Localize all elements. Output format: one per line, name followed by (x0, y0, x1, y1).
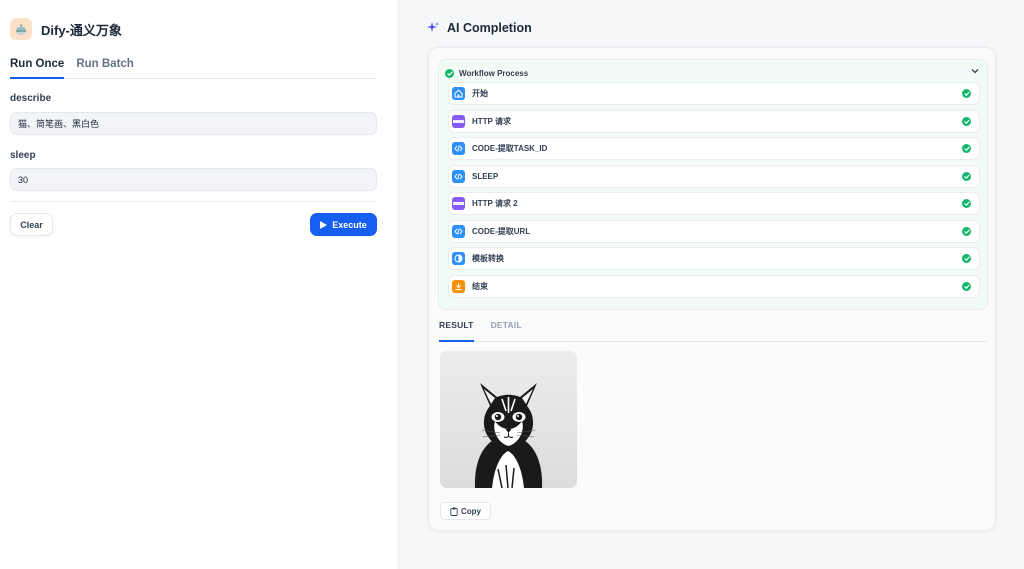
describe-input[interactable]: 猫、简笔画、黑白色 (10, 112, 377, 135)
node-label: 结束 (472, 281, 488, 291)
end-icon (452, 279, 465, 293)
workflow-node[interactable]: CODE-提取URL (448, 219, 980, 243)
execute-button[interactable]: Execute (310, 213, 377, 236)
node-label: CODE-提取URL (472, 226, 531, 236)
result-panel: AI Completion Workflow Process 开始 HTTP 请… (398, 0, 1024, 569)
form-divider (10, 201, 377, 202)
node-label: 模板转换 (472, 254, 504, 263)
workflow-node[interactable]: HTTP 请求 (448, 109, 980, 133)
result-tabs: RESULT DETAIL (439, 320, 987, 342)
http-icon (452, 114, 465, 128)
code-icon (452, 224, 465, 238)
copy-label: Copy (461, 506, 481, 516)
tab-run-once[interactable]: Run Once (10, 58, 65, 79)
run-mode-tabs: Run Once Run Batch (10, 58, 377, 79)
success-check-icon (962, 199, 971, 208)
success-check-icon (962, 116, 971, 126)
node-label: HTTP 请求 2 (472, 199, 518, 208)
node-label: CODE-提取TASK_ID (472, 144, 548, 153)
success-check-icon (962, 89, 971, 98)
describe-label: describe (10, 93, 52, 104)
success-check-icon (962, 226, 971, 236)
node-label: 开始 (472, 89, 488, 98)
clear-button[interactable]: Clear (10, 213, 53, 236)
code-icon (452, 169, 465, 183)
chevron-down-icon[interactable] (971, 67, 979, 75)
workflow-process: Workflow Process 开始 HTTP 请求 CODE-提取TASK_… (438, 59, 988, 310)
copy-button[interactable]: Copy (440, 502, 491, 520)
app-title: Dify-通义万象 (41, 22, 122, 38)
node-label: HTTP 请求 (472, 116, 511, 126)
result-card: Workflow Process 开始 HTTP 请求 CODE-提取TASK_… (428, 47, 996, 531)
tab-result[interactable]: RESULT (439, 320, 474, 342)
clipboard-icon (450, 507, 458, 516)
sleep-input[interactable]: 30 (10, 168, 377, 191)
result-title: AI Completion (447, 21, 532, 35)
workflow-node[interactable]: 结束 (448, 274, 980, 298)
cat-sketch-image[interactable] (440, 351, 577, 488)
workflow-title: Workflow Process (459, 68, 529, 78)
tab-detail[interactable]: DETAIL (491, 320, 522, 342)
workflow-node[interactable]: 模板转换 (448, 247, 980, 270)
result-header: AI Completion (427, 21, 532, 35)
workflow-header[interactable]: Workflow Process (445, 66, 983, 80)
workflow-node[interactable]: HTTP 请求 2 (448, 192, 980, 215)
home-icon (452, 87, 465, 100)
template-icon (452, 252, 465, 265)
success-check-icon (962, 254, 971, 263)
teapot-icon (10, 18, 32, 40)
node-label: SLEEP (472, 171, 499, 181)
code-icon (452, 142, 465, 155)
sparkle-icon (427, 22, 439, 32)
input-panel: Dify-通义万象 Run Once Run Batch describe 猫、… (0, 0, 398, 569)
execute-label: Execute (332, 219, 367, 230)
success-check-icon (962, 144, 971, 153)
workflow-node[interactable]: SLEEP (448, 164, 980, 188)
workflow-node[interactable]: 开始 (448, 82, 980, 105)
workflow-node[interactable]: CODE-提取TASK_ID (448, 137, 980, 160)
sleep-label: sleep (10, 150, 36, 161)
play-icon (320, 220, 328, 229)
success-check-icon (962, 281, 971, 291)
tab-run-batch[interactable]: Run Batch (76, 58, 134, 79)
http-icon (452, 197, 465, 210)
success-check-icon (962, 171, 971, 181)
app-header: Dify-通义万象 (10, 18, 122, 40)
success-check-icon (445, 68, 454, 78)
